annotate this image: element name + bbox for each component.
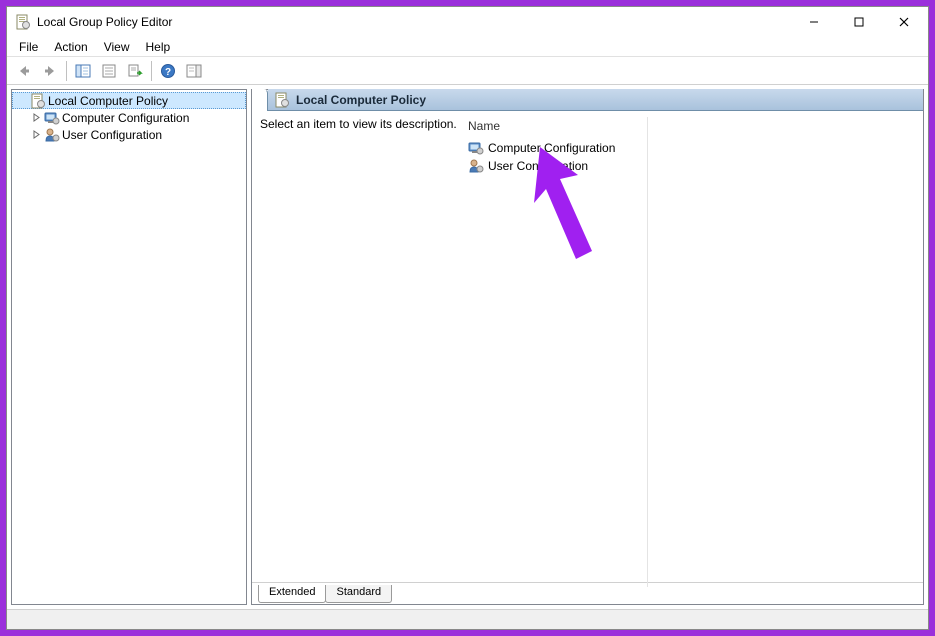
app-icon [15,14,31,30]
console-tree[interactable]: Local Computer Policy Computer Configura… [11,89,247,605]
user-configuration-icon [44,127,60,143]
window-controls [791,8,926,36]
user-configuration-icon [468,158,484,174]
column-header-name[interactable]: Name [468,117,648,139]
show-hide-console-tree-button[interactable] [71,59,95,83]
column-divider[interactable] [647,117,648,587]
detail-header-bar: Local Computer Policy [268,89,923,111]
item-list: Name Computer Configuration User Conf [468,117,915,576]
statusbar [7,609,928,629]
detail-body: Select an item to view its description. … [252,111,923,582]
content-area: Local Computer Policy Computer Configura… [7,85,928,609]
menu-view[interactable]: View [96,38,138,56]
svg-text:?: ? [165,67,171,78]
computer-configuration-icon [44,110,60,126]
tree-node-label: User Configuration [62,128,162,142]
detail-pane: Local Computer Policy Select an item to … [251,89,924,605]
list-item-computer-configuration[interactable]: Computer Configuration [468,139,915,157]
properties-button[interactable] [97,59,121,83]
export-list-button[interactable] [123,59,147,83]
app-window: Local Group Policy Editor File Action Vi… [6,6,929,630]
expand-collapse-icon[interactable] [30,112,42,124]
back-button[interactable] [12,59,36,83]
maximize-button[interactable] [836,8,881,36]
tree-node-label: Local Computer Policy [48,94,168,108]
menu-file[interactable]: File [11,38,46,56]
minimize-button[interactable] [791,8,836,36]
toolbar-separator [151,61,152,81]
tree-node-user-configuration[interactable]: User Configuration [16,126,246,143]
titlebar: Local Group Policy Editor [7,7,928,37]
description-text: Select an item to view its description. [260,117,457,131]
list-item-label: Computer Configuration [488,141,615,155]
list-item-user-configuration[interactable]: User Configuration [468,157,915,175]
close-button[interactable] [881,8,926,36]
tab-standard[interactable]: Standard [325,585,392,603]
policy-document-icon [274,92,290,108]
tab-extended[interactable]: Extended [258,585,326,603]
detail-header: Local Computer Policy [252,89,923,111]
forward-button[interactable] [38,59,62,83]
tree-node-root[interactable]: Local Computer Policy [12,92,246,109]
header-notch [252,89,268,111]
tree-node-label: Computer Configuration [62,111,189,125]
toolbar-separator [66,61,67,81]
menubar: File Action View Help [7,37,928,57]
menu-help[interactable]: Help [138,38,179,56]
toolbar: ? [7,57,928,85]
expand-collapse-icon[interactable] [30,129,42,141]
computer-configuration-icon [468,140,484,156]
detail-tabs: Extended Standard [252,582,923,604]
expander-icon [16,95,28,107]
tree-node-computer-configuration[interactable]: Computer Configuration [16,109,246,126]
help-button[interactable]: ? [156,59,180,83]
detail-header-title: Local Computer Policy [296,93,426,107]
window-title: Local Group Policy Editor [37,15,791,29]
description-panel: Select an item to view its description. [260,117,468,576]
menu-action[interactable]: Action [46,38,95,56]
show-hide-action-pane-button[interactable] [182,59,206,83]
list-item-label: User Configuration [488,159,588,173]
policy-document-icon [30,93,46,109]
